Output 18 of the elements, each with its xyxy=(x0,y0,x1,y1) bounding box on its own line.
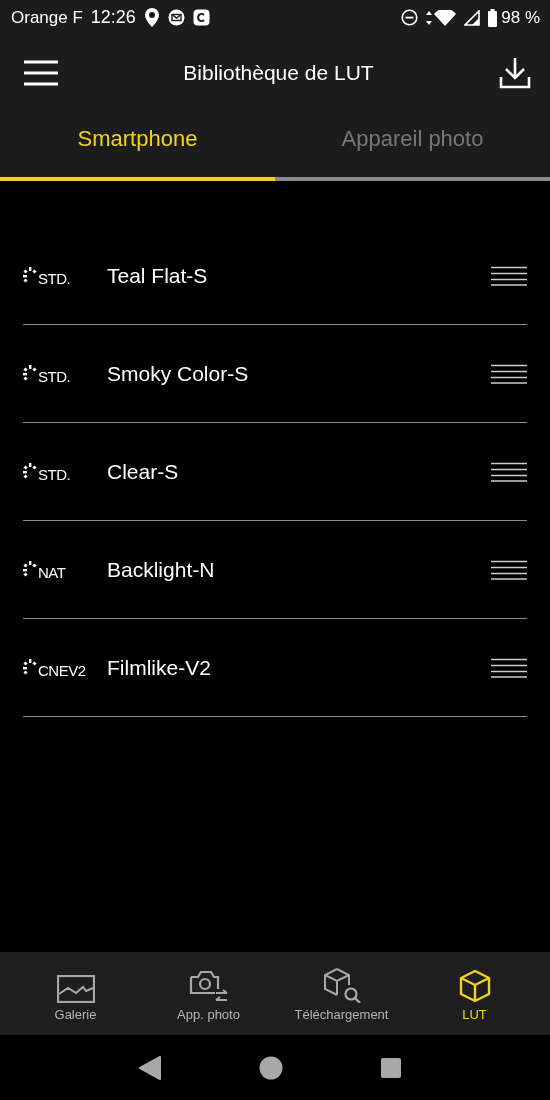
nav-tab[interactable]: App. photo xyxy=(142,952,275,1035)
lut-name: Teal Flat-S xyxy=(107,263,209,288)
nav-tab[interactable]: Téléchargement xyxy=(275,952,408,1035)
lut-type-label: STD. xyxy=(38,466,71,483)
lut-name: Backlight-N xyxy=(107,557,216,582)
lut-type-label: CNEV2 xyxy=(38,662,86,679)
carrier-name: Orange F xyxy=(11,7,83,28)
battery-level: 98 % xyxy=(501,7,540,28)
lut-type-label: STD. xyxy=(38,368,71,385)
nav-tab[interactable]: LUT xyxy=(408,952,541,1035)
clock-time: 12:26 xyxy=(90,7,136,28)
nav-tab[interactable]: Galerie xyxy=(9,952,142,1035)
lut-name: Smoky Color-S xyxy=(107,361,250,386)
lut-name: Filmlike-V2 xyxy=(107,655,212,680)
lut-type-label: STD. xyxy=(38,270,71,287)
lut-type-label: NAT xyxy=(38,564,66,581)
screen-title: Bibliothèque de LUT xyxy=(182,60,375,85)
lut-name: Clear-S xyxy=(107,459,180,484)
